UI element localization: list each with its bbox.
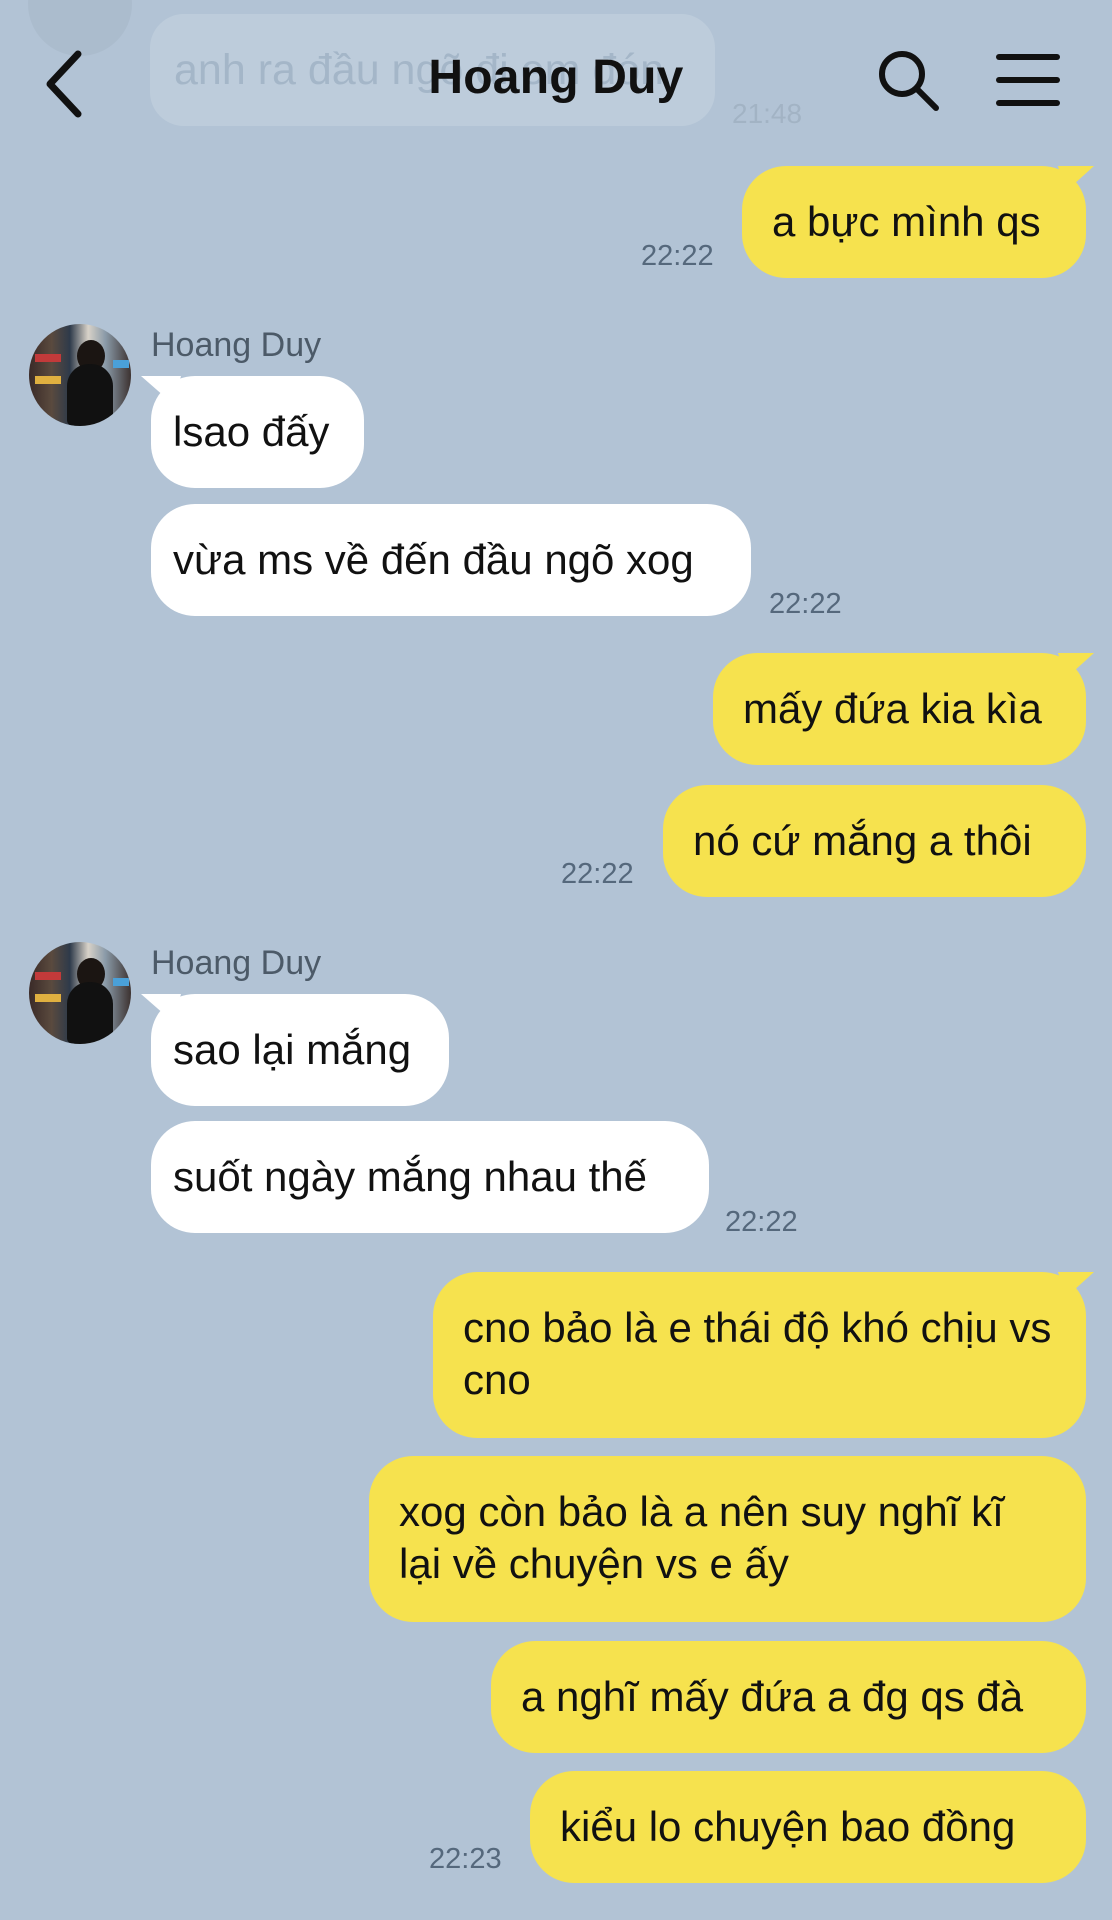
outgoing-message[interactable]: a bực mình qs	[742, 166, 1086, 278]
message-time: 22:23	[429, 1843, 502, 1875]
message-time: 22:22	[641, 240, 714, 272]
sender-name: Hoang Duy	[151, 944, 322, 982]
incoming-message[interactable]: vừa ms về đến đầu ngõ xog	[151, 504, 751, 616]
menu-button[interactable]	[996, 52, 1060, 108]
outgoing-message[interactable]: a nghĩ mấy đứa a đg qs đà	[491, 1641, 1086, 1753]
message-time: 22:22	[725, 1206, 798, 1238]
outgoing-message[interactable]: nó cứ mắng a thôi	[663, 785, 1086, 897]
incoming-message[interactable]: suốt ngày mắng nhau thế	[151, 1121, 709, 1233]
incoming-message[interactable]: lsao đấy	[151, 376, 364, 488]
contact-avatar[interactable]	[29, 942, 131, 1044]
chat-title: Hoang Duy	[428, 51, 684, 104]
chat-header: anh ra đầu ngõ đi em đón 21:48 Hoang Duy	[0, 0, 1112, 160]
outgoing-message[interactable]: mấy đứa kia kìa	[713, 653, 1086, 765]
outgoing-message[interactable]: xog còn bảo là a nên suy nghĩ kĩ lại về …	[369, 1456, 1086, 1622]
hamburger-menu-icon	[996, 54, 1060, 106]
message-time: 22:22	[561, 858, 634, 890]
outgoing-message[interactable]: kiểu lo chuyện bao đồng	[530, 1771, 1086, 1883]
outgoing-message[interactable]: cno bảo là e thái độ khó chịu vs cno	[433, 1272, 1086, 1438]
sender-name: Hoang Duy	[151, 326, 322, 364]
message-time: 22:22	[769, 588, 842, 620]
search-button[interactable]	[876, 48, 942, 114]
incoming-message[interactable]: sao lại mắng	[151, 994, 449, 1106]
search-icon	[879, 51, 939, 111]
contact-avatar[interactable]	[29, 324, 131, 426]
